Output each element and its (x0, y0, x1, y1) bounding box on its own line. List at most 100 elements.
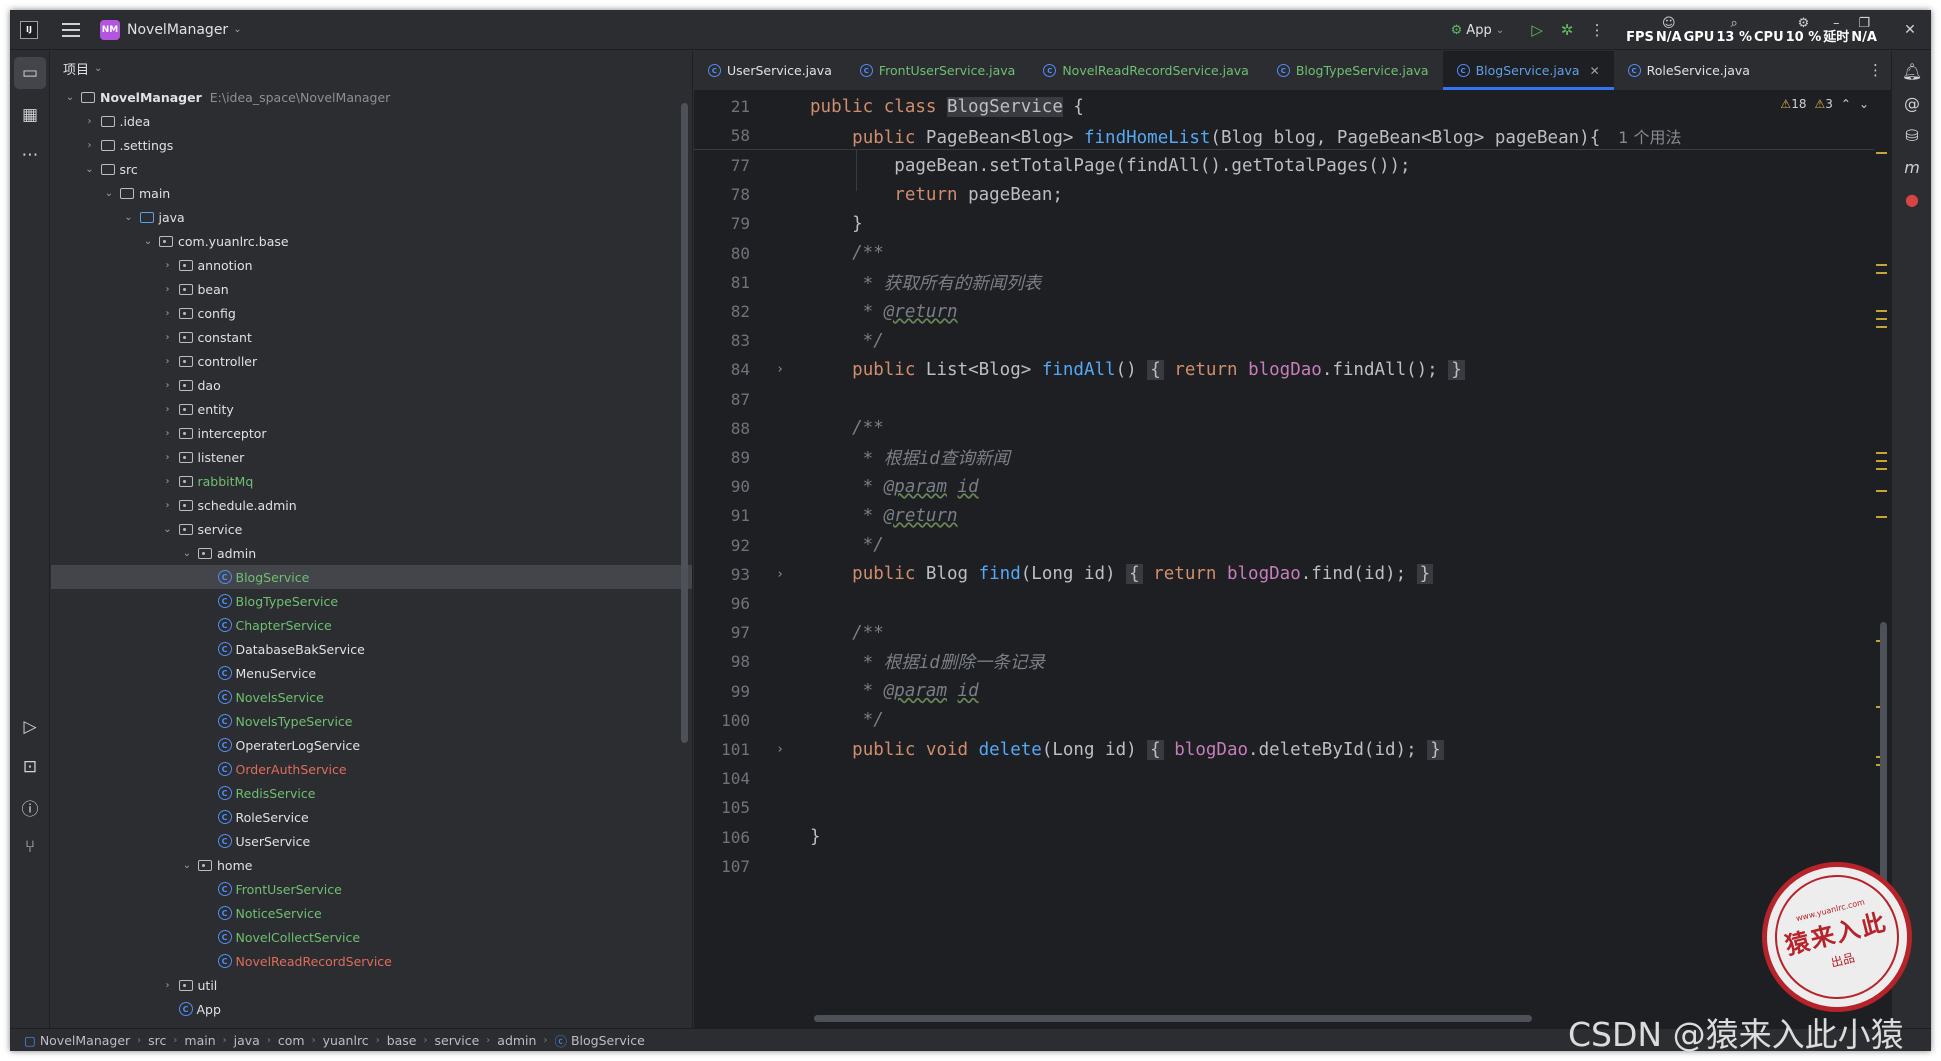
sticky-scroll-header[interactable]: 21 public class BlogService {58 public Pa… (694, 92, 1874, 150)
code-line[interactable]: 93 › public Blog find(Long id) { return b… (694, 560, 1874, 589)
expand-arrow-icon[interactable]: ⌄ (180, 548, 194, 559)
project-switcher[interactable]: NovelManager (127, 22, 228, 38)
line-number[interactable]: 82 (694, 302, 750, 321)
tree-item[interactable]: C NovelsService (51, 685, 692, 709)
line-number[interactable]: 107 (694, 857, 750, 876)
chevron-down-icon[interactable]: ⌄ (1859, 97, 1869, 111)
services-tool-icon[interactable]: ▷ (14, 711, 46, 743)
tree-item[interactable]: C NovelCollectService (51, 925, 692, 949)
line-number[interactable]: 93 (694, 565, 750, 584)
expand-arrow-icon[interactable]: › (161, 980, 175, 991)
more-tools-icon[interactable]: ⋯ (14, 139, 46, 171)
breadcrumb-item[interactable]: com (278, 1033, 305, 1048)
code-line[interactable]: 81 * 获取所有的新闻列表 (694, 268, 1874, 297)
error-stripe-mark[interactable] (1876, 460, 1887, 462)
breadcrumb-item[interactable]: src (148, 1033, 166, 1048)
breadcrumb-item[interactable]: yuanlrc (323, 1033, 369, 1048)
line-number[interactable]: 91 (694, 506, 750, 525)
tree-item[interactable]: ⌄ java (51, 205, 692, 229)
tree-item[interactable]: › schedule.admin (51, 493, 692, 517)
tree-item[interactable]: › .settings (51, 133, 692, 157)
fold-expand-icon[interactable]: › (750, 567, 810, 582)
code-line[interactable]: 107 (694, 852, 1874, 881)
line-number[interactable]: 104 (694, 769, 750, 788)
expand-arrow-icon[interactable]: › (83, 116, 97, 127)
tree-item[interactable]: C OrderAuthService (51, 757, 692, 781)
expand-arrow-icon[interactable]: › (161, 380, 175, 391)
code-line[interactable]: 101 › public void delete(Long id) { blogD… (694, 735, 1874, 764)
line-number[interactable]: 81 (694, 273, 750, 292)
line-number[interactable]: 106 (694, 828, 750, 847)
terminal-tool-icon[interactable]: ⊡ (14, 751, 46, 783)
fold-expand-icon[interactable]: › (750, 742, 810, 757)
error-stripe-mark[interactable] (1876, 326, 1887, 328)
code-line[interactable]: 87 (694, 385, 1874, 414)
code-line[interactable]: 21 public class BlogService { (694, 92, 1874, 121)
expand-arrow-icon[interactable]: ⌄ (83, 164, 97, 175)
editor-tab[interactable]: C UserService.java (694, 51, 846, 90)
code-line[interactable]: 100 */ (694, 706, 1874, 735)
chevron-down-icon[interactable]: ⌄ (233, 24, 241, 35)
close-tab-icon[interactable]: ✕ (1590, 64, 1600, 78)
project-panel-header[interactable]: 项目 ⌄ (51, 51, 692, 85)
plugin-icon[interactable]: ● (1896, 183, 1928, 215)
breadcrumb-item[interactable]: service (435, 1033, 480, 1048)
code-line[interactable]: 79 } (694, 209, 1874, 238)
line-number[interactable]: 88 (694, 419, 750, 438)
tree-item[interactable]: › controller (51, 349, 692, 373)
ai-assistant-icon[interactable]: @ (1896, 87, 1928, 119)
code-line[interactable]: 99 * @param id (694, 677, 1874, 706)
tree-item[interactable]: C RedisService (51, 781, 692, 805)
project-tool-icon[interactable]: ▭ (14, 57, 46, 89)
tree-item[interactable]: ⌄ com.yuanlrc.base (51, 229, 692, 253)
line-number[interactable]: 80 (694, 244, 750, 263)
expand-arrow-icon[interactable]: ⌄ (141, 236, 155, 247)
tree-item[interactable]: C DatabaseBakService (51, 637, 692, 661)
line-number[interactable]: 21 (694, 97, 750, 116)
editor-vertical-scrollbar[interactable] (1880, 622, 1887, 912)
expand-arrow-icon[interactable]: › (161, 308, 175, 319)
tree-item[interactable]: C FrontUserService (51, 877, 692, 901)
expand-arrow-icon[interactable]: › (161, 404, 175, 415)
code-line[interactable]: 96 (694, 589, 1874, 618)
tree-item[interactable]: C BlogTypeService (51, 589, 692, 613)
error-stripe-mark[interactable] (1876, 310, 1887, 312)
expand-arrow-icon[interactable]: ⌄ (122, 212, 136, 223)
code-line[interactable]: 89 * 根据id查询新闻 (694, 443, 1874, 472)
line-number[interactable]: 99 (694, 682, 750, 701)
expand-arrow-icon[interactable]: › (161, 452, 175, 463)
breadcrumb-item[interactable]: main (184, 1033, 215, 1048)
code-line[interactable]: 105 (694, 793, 1874, 822)
more-actions-icon[interactable]: ⋮ (1582, 15, 1612, 45)
line-number[interactable]: 79 (694, 214, 750, 233)
tree-item[interactable]: ⌄ service (51, 517, 692, 541)
fold-expand-icon[interactable]: › (750, 362, 810, 377)
code-line[interactable]: 91 * @return (694, 501, 1874, 530)
tree-item[interactable]: ⌄ admin (51, 541, 692, 565)
error-stripe-mark[interactable] (1876, 516, 1887, 518)
line-number[interactable]: 101 (694, 740, 750, 759)
tree-item[interactable]: C OperaterLogService (51, 733, 692, 757)
line-number[interactable]: 90 (694, 477, 750, 496)
tree-root[interactable]: ⌄ NovelManager E:\idea_space\NovelManage… (51, 85, 692, 109)
code-line[interactable]: 104 (694, 764, 1874, 793)
code-line[interactable]: 83 */ (694, 326, 1874, 355)
line-number[interactable]: 84 (694, 360, 750, 379)
expand-arrow-icon[interactable]: › (161, 284, 175, 295)
line-number[interactable]: 58 (694, 126, 750, 145)
editor-tab[interactable]: C BlogTypeService.java (1263, 51, 1443, 90)
debug-icon[interactable]: ✲ (1552, 15, 1582, 45)
error-stripe-mark[interactable] (1876, 272, 1887, 274)
tree-item[interactable]: C UserService (51, 829, 692, 853)
structure-tool-icon[interactable]: ▦ (14, 99, 46, 131)
tree-item[interactable]: C App (51, 997, 692, 1021)
breadcrumb-item[interactable]: ⓒ BlogService (554, 1031, 644, 1050)
notifications-icon[interactable]: 🔔︎ (1896, 55, 1928, 87)
code-line[interactable]: 82 * @return (694, 297, 1874, 326)
expand-arrow-icon[interactable]: › (83, 140, 97, 151)
editor-tab[interactable]: C FrontUserService.java (846, 51, 1029, 90)
expand-arrow-icon[interactable]: ⌄ (161, 524, 175, 535)
code-line[interactable]: 98 * 根据id删除一条记录 (694, 647, 1874, 676)
expand-arrow-icon[interactable]: › (161, 476, 175, 487)
tree-item[interactable]: C RoleService (51, 805, 692, 829)
